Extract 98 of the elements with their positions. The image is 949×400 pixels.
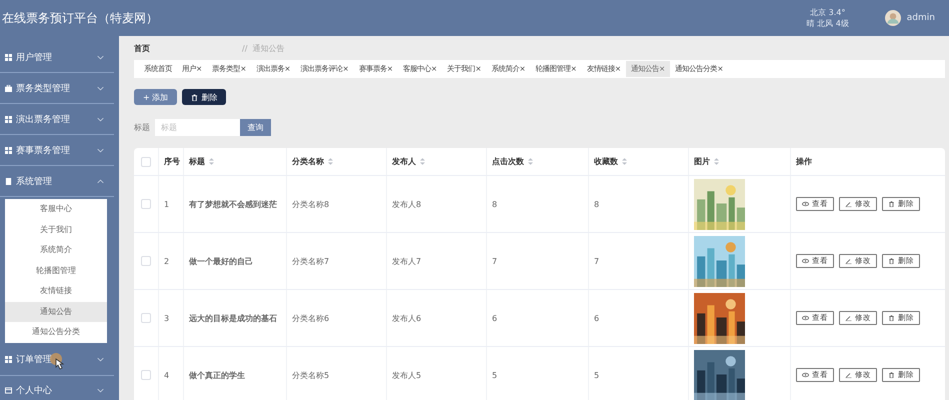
pencil-icon [845,372,852,378]
table-cell: 5 [492,370,498,380]
table-cell: 5 [594,370,600,380]
menu-item[interactable]: 用户管理 [0,42,114,73]
chevron-icon [97,86,104,90]
chevron-icon [97,54,104,60]
avatar-icon[interactable] [884,10,901,26]
checkbox[interactable] [141,156,151,166]
sort-icon[interactable] [420,158,425,165]
submenu-item[interactable]: 通知公告 [5,302,107,322]
column-header[interactable]: 分类名称 [292,156,324,167]
checkbox[interactable] [141,370,151,380]
checkbox[interactable] [141,256,151,266]
search-label: 标题 [134,122,150,133]
table-cell: 分类名称7 [292,256,330,266]
table-cell: 分类名称6 [292,312,330,324]
grid-icon [5,116,12,122]
chevron-icon [97,178,104,184]
weather-text: 晴 北风 4级 [806,18,849,29]
menu-item[interactable]: 赛事票务管理 [0,135,114,166]
eye-icon [802,372,809,378]
breadcrumb-current: 通知公告 [252,42,286,54]
checkbox[interactable] [141,199,151,209]
column-header[interactable]: 发布人 [392,156,416,167]
briefcase-icon [5,84,12,92]
pencil-icon [845,201,852,207]
column-header[interactable]: 标题 [189,156,205,167]
submenu-item[interactable]: 通知公告分类 [5,322,107,342]
sort-icon[interactable] [328,158,333,165]
trash-icon [888,372,895,378]
table-cell: 做个真正的学生 [189,370,245,380]
table-cell: 发布人6 [392,312,422,324]
grid-icon [5,146,12,154]
sort-icon[interactable] [714,158,719,165]
weather-text: 北京 3.4° [810,7,846,18]
table-cell: 6 [594,314,600,322]
pencil-icon [845,315,852,321]
grid-icon [5,54,12,60]
grid-icon [5,356,12,363]
trash-icon [888,258,895,264]
add-button[interactable]: + 添加 [134,89,178,105]
table-cell: 分类名称8 [292,198,330,210]
submenu-item[interactable]: 友情链接 [5,281,107,302]
trash-icon [888,201,895,207]
table-cell: 2 [164,256,170,266]
breadcrumb-link[interactable]: 首页 [134,42,237,54]
table-cell: 有了梦想就不会感到迷茫 [189,198,277,210]
column-header[interactable]: 操作 [796,156,812,167]
sort-icon[interactable] [622,158,627,165]
chevron-icon [97,388,104,393]
cursor-icon [50,352,66,370]
table-cell: 发布人8 [392,198,422,210]
checkbox[interactable] [141,313,151,323]
table-cell: 分类名称5 [292,370,330,380]
sort-icon[interactable] [209,158,214,165]
search-field[interactable]: 标题 [155,119,240,136]
search-button[interactable]: 查询 [240,119,271,136]
table-cell: 6 [492,314,498,322]
eye-icon [802,258,809,264]
submenu-item[interactable]: 关于我们 [5,220,107,240]
chevron-icon [97,148,104,152]
menu-item[interactable]: 演出票务管理 [0,104,114,135]
menu-item[interactable]: 系统管理 [0,166,114,197]
table-cell: 做一个最好的自己 [189,256,253,266]
table-cell: 4 [164,370,170,380]
column-header[interactable]: 序号 [164,156,180,167]
table-cell: 3 [164,314,170,322]
username[interactable]: admin [906,13,935,23]
trash-icon [191,94,198,100]
sort-icon[interactable] [528,158,533,165]
pencil-icon [845,258,852,264]
submenu-item[interactable]: 客服中心 [5,199,107,220]
chevron-icon [97,116,104,122]
table-cell: 8 [594,200,600,208]
trash-icon [888,315,895,321]
table-cell: 8 [492,200,498,208]
chevron-icon [97,357,104,362]
submenu-item[interactable]: 系统简介 [5,240,107,260]
breadcrumb-separator: // [242,44,248,52]
column-header[interactable]: 图片 [694,156,710,167]
card-icon [5,387,12,394]
table-cell: 发布人7 [392,256,422,266]
eye-icon [802,201,809,207]
menu-item[interactable]: 订单管理 [0,344,114,376]
table-cell: 发布人5 [392,370,422,380]
document-icon [5,178,12,184]
delete-button[interactable]: 删除 [182,89,226,105]
table-cell: 7 [492,256,498,266]
table-cell: 1 [164,200,170,208]
menu-item[interactable]: 个人中心 [0,376,114,400]
table-cell: 远大的目标是成功的基石 [189,312,277,324]
site-title: 在线票务预订平台（特麦网） [2,10,159,26]
column-header[interactable]: 收藏数 [594,156,618,167]
eye-icon [802,315,809,321]
column-header[interactable]: 点击次数 [492,156,524,167]
table-cell: 7 [594,256,600,266]
submenu-item[interactable]: 轮播图管理 [5,260,107,281]
menu-item[interactable]: 票务类型管理 [0,73,114,104]
